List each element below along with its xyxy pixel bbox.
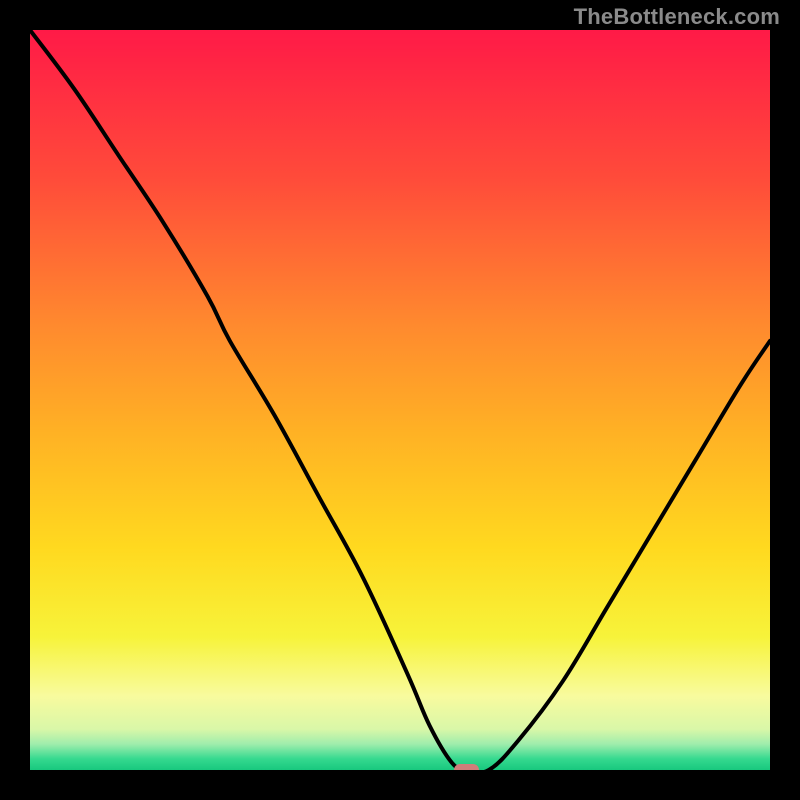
watermark-text: TheBottleneck.com	[574, 4, 780, 30]
background-gradient	[30, 30, 770, 770]
plot-area	[30, 30, 770, 770]
chart-frame: TheBottleneck.com	[0, 0, 800, 800]
